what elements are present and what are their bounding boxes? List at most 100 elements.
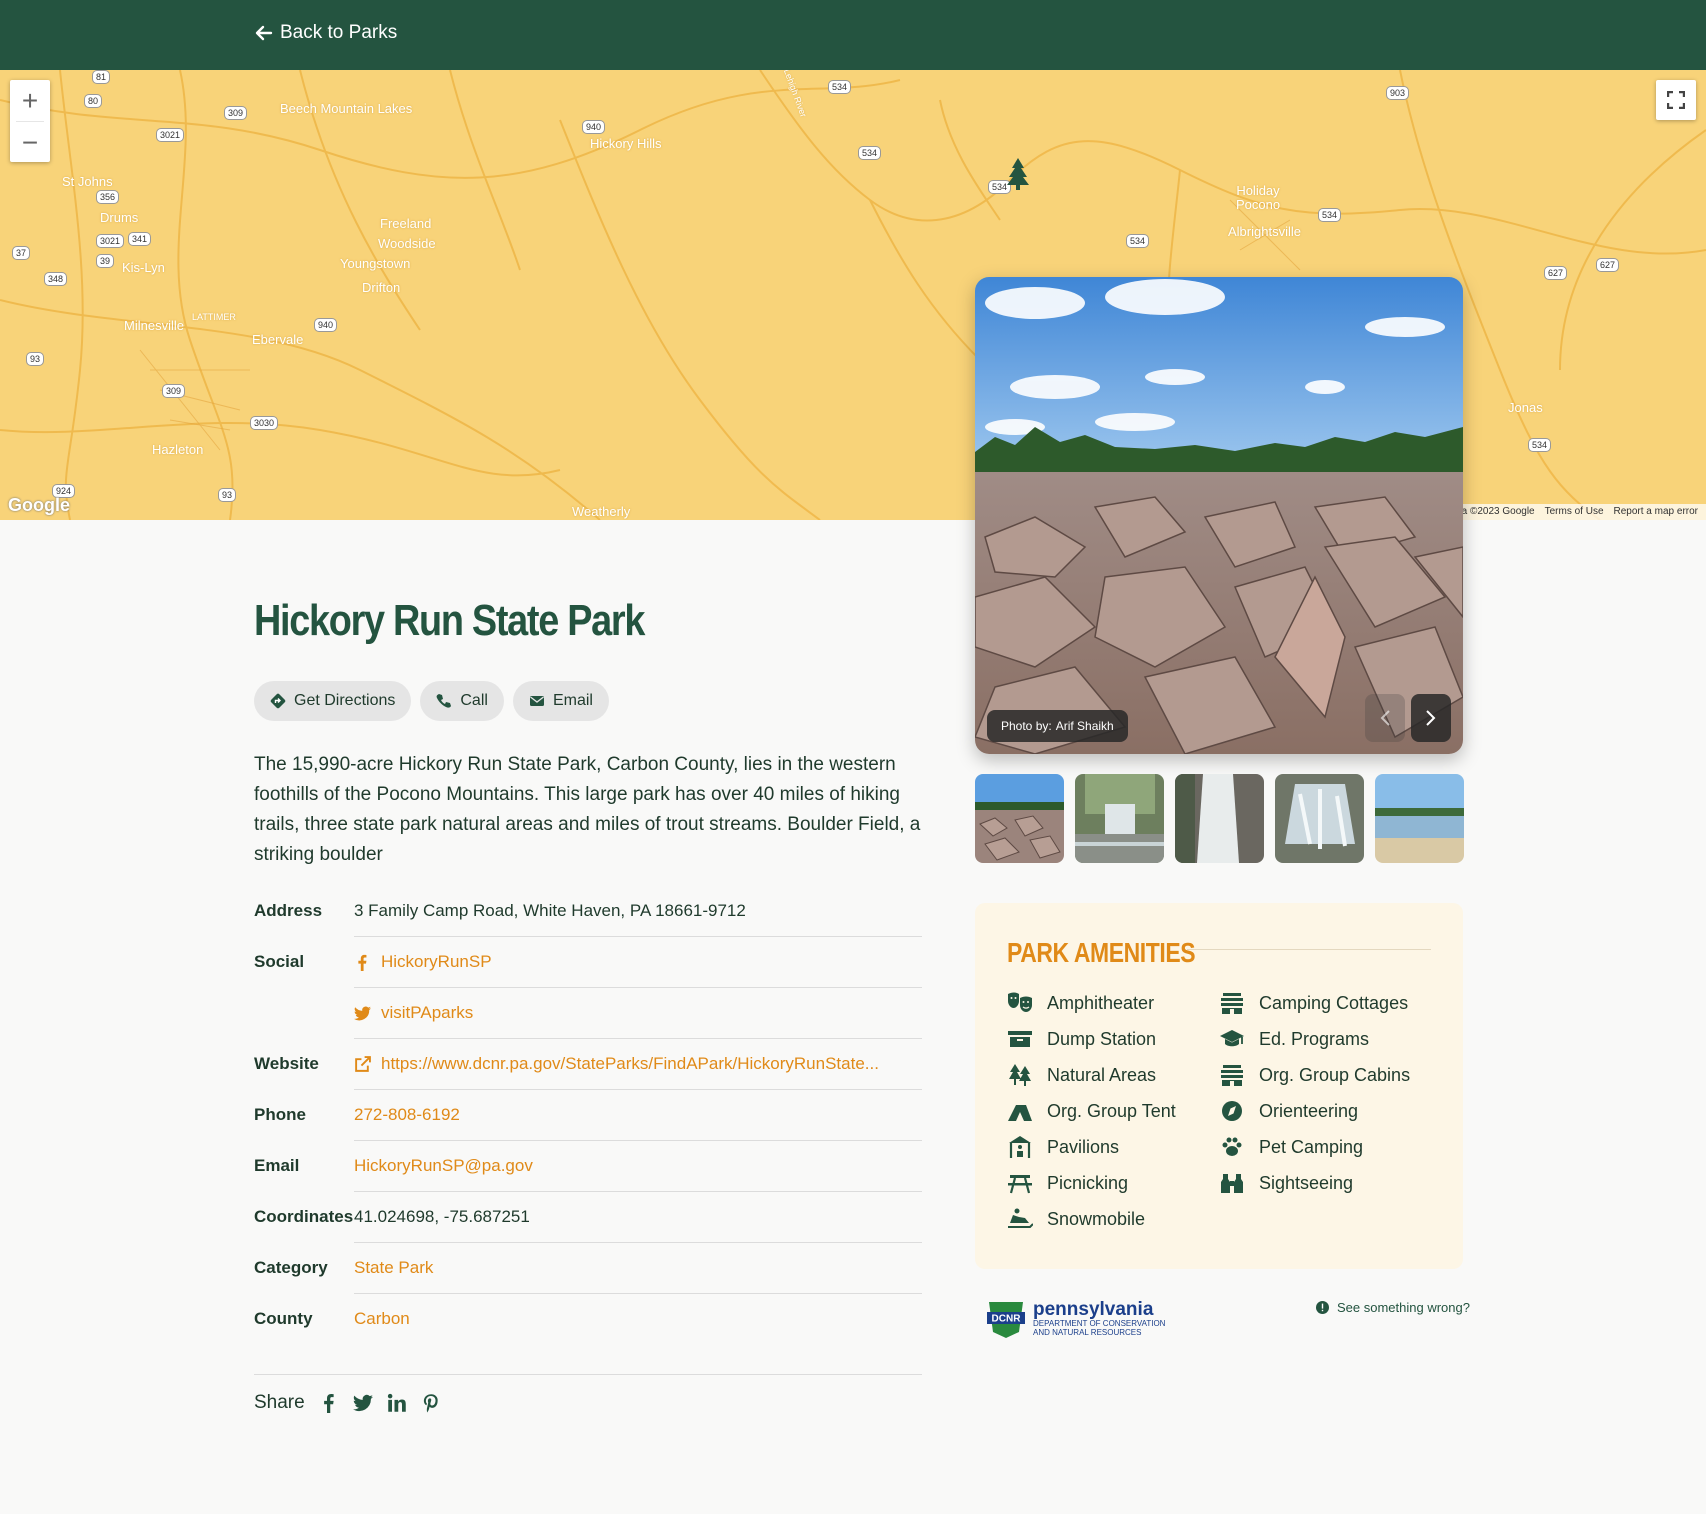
amenity-label: Camping Cottages [1259, 992, 1409, 1013]
amenity-picnicking: Picnicking [1007, 1171, 1219, 1195]
dcnr-sub-1: DEPARTMENT OF CONSERVATION [1033, 1319, 1166, 1328]
map-label: Holiday Pocono [1235, 183, 1281, 212]
info-row-social-twitter: visitPAparks [254, 988, 922, 1039]
route-shield: 341 [128, 232, 152, 246]
email-address: HickoryRunSP@pa.gov [354, 1156, 533, 1175]
share-twitter-icon[interactable] [352, 1393, 373, 1413]
share-pinterest-icon[interactable] [421, 1393, 441, 1413]
route-shield: 37 [12, 246, 31, 260]
route-shield: 3021 [156, 128, 185, 142]
map-label: Kis-Lyn [122, 260, 165, 275]
coordinates-text: 41.024698, -75.687251 [354, 1207, 530, 1226]
call-button[interactable]: Call [420, 681, 504, 721]
amenity-label: Org. Group Tent [1047, 1100, 1176, 1121]
share-label: Share [254, 1392, 305, 1413]
map-label: Woodside [378, 236, 436, 251]
amenity-snowmobile: Snowmobile [1007, 1207, 1219, 1231]
map-label: St Johns [62, 174, 113, 189]
amenity-label: Amphitheater [1047, 992, 1155, 1013]
website-url: https://www.dcnr.pa.gov/StateParks/FindA… [381, 1054, 879, 1073]
terms-link[interactable]: Terms of Use [1545, 506, 1604, 518]
map-label: Drums [100, 210, 139, 225]
category-link[interactable]: State Park [354, 1243, 922, 1294]
route-shield: 940 [314, 318, 338, 332]
dcnr-keystone-icon: DCNR [987, 1302, 1025, 1338]
twitter-link[interactable]: visitPAparks [354, 988, 922, 1039]
map-label: LATTIMER [192, 312, 236, 322]
facebook-link[interactable]: HickoryRunSP [354, 937, 922, 988]
info-label: Email [254, 1156, 300, 1175]
thumbnail-waterfall-1[interactable] [1075, 774, 1164, 863]
info-row-coordinates: Coordinates 41.024698, -75.687251 [254, 1192, 922, 1243]
route-shield: 903 [1386, 86, 1410, 100]
binoculars-icon [1221, 1174, 1243, 1193]
top-bar: Back to Parks [0, 0, 1706, 70]
back-to-parks-link[interactable]: Back to Parks [254, 22, 397, 44]
action-buttons: Get Directions Call Email [254, 681, 609, 721]
tent-icon [1008, 1105, 1032, 1121]
map-label: Weatherly [572, 504, 631, 519]
info-label: County [254, 1309, 313, 1328]
report-issue-link[interactable]: See something wrong? [1316, 1300, 1470, 1315]
amenity-amphitheater: Amphitheater [1007, 991, 1219, 1015]
route-shield: 81 [92, 70, 111, 84]
route-shield: 309 [224, 106, 248, 120]
route-shield: 93 [26, 352, 45, 366]
map-label: Drifton [362, 280, 401, 295]
share-linkedin-icon[interactable] [387, 1393, 407, 1413]
twitter-handle: visitPAparks [381, 1003, 474, 1022]
get-directions-button[interactable]: Get Directions [254, 681, 412, 721]
route-shield: 3021 [96, 234, 125, 248]
thumbnail-waterfall-2[interactable] [1175, 774, 1264, 863]
thumbnail-lake[interactable] [1375, 774, 1464, 863]
info-label: Phone [254, 1105, 306, 1124]
info-label: Category [254, 1258, 328, 1277]
fullscreen-button[interactable] [1656, 80, 1696, 120]
amenity-pavilions: Pavilions [1007, 1135, 1219, 1159]
email-button[interactable]: Email [512, 681, 609, 721]
google-logo: Google [8, 495, 70, 515]
fullscreen-icon [1667, 91, 1685, 109]
info-label: Address [254, 901, 323, 920]
amenity-sightseeing: Sightseeing [1219, 1171, 1419, 1195]
info-row-address: Address 3 Family Camp Road, White Haven,… [254, 886, 922, 937]
thumbnail-boulders[interactable] [975, 774, 1064, 863]
zoom-in-button[interactable]: + [10, 80, 50, 121]
amenity-camping-cottages: Camping Cottages [1219, 991, 1419, 1015]
map-label: Hazleton [152, 442, 204, 457]
phone-link[interactable]: 272-808-6192 [354, 1090, 922, 1141]
chevron-right-icon [1426, 710, 1436, 726]
park-photo[interactable]: Photo by: Arif Shaikh [975, 277, 1463, 754]
photo-thumbnails [975, 774, 1464, 863]
theater-masks-icon [1008, 992, 1032, 1012]
zoom-controls: + − [10, 80, 50, 162]
amenity-label: Sightseeing [1259, 1172, 1354, 1193]
route-shield: 534 [1318, 208, 1342, 222]
dcnr-logo[interactable]: DCNR pennsylvania DEPARTMENT OF CONSERVA… [985, 1298, 1165, 1340]
email-link[interactable]: HickoryRunSP@pa.gov [354, 1141, 922, 1192]
park-marker-icon[interactable] [1006, 158, 1030, 190]
county-link[interactable]: Carbon [354, 1294, 922, 1345]
back-label: Back to Parks [280, 22, 398, 43]
previous-photo-button[interactable] [1365, 694, 1405, 742]
graduation-cap-icon [1220, 1030, 1244, 1047]
route-shield: 348 [44, 272, 68, 286]
website-link[interactable]: https://www.dcnr.pa.gov/StateParks/FindA… [354, 1039, 922, 1090]
amenities-title: PARK AMENITIES [1007, 937, 1196, 968]
info-row-email: Email HickoryRunSP@pa.gov [254, 1141, 922, 1192]
zoom-out-button[interactable]: − [10, 122, 50, 163]
category-text: State Park [354, 1258, 434, 1277]
route-shield: 940 [582, 120, 606, 134]
map-label: Milnesville [124, 318, 184, 333]
map-label: Youngstown [340, 256, 411, 271]
next-photo-button[interactable] [1411, 694, 1451, 742]
thumbnail-waterfall-3[interactable] [1275, 774, 1364, 863]
directions-icon [270, 693, 286, 709]
photo-credit: Photo by: Arif Shaikh [987, 710, 1128, 742]
info-row-social: Social HickoryRunSP [254, 937, 922, 988]
amenity-pet-camping: Pet Camping [1219, 1135, 1419, 1159]
amenity-label: Natural Areas [1047, 1064, 1157, 1085]
report-map-error-link[interactable]: Report a map error [1614, 506, 1698, 518]
credit-name: Arif Shaikh [1055, 719, 1114, 733]
share-facebook-icon[interactable] [319, 1393, 339, 1413]
